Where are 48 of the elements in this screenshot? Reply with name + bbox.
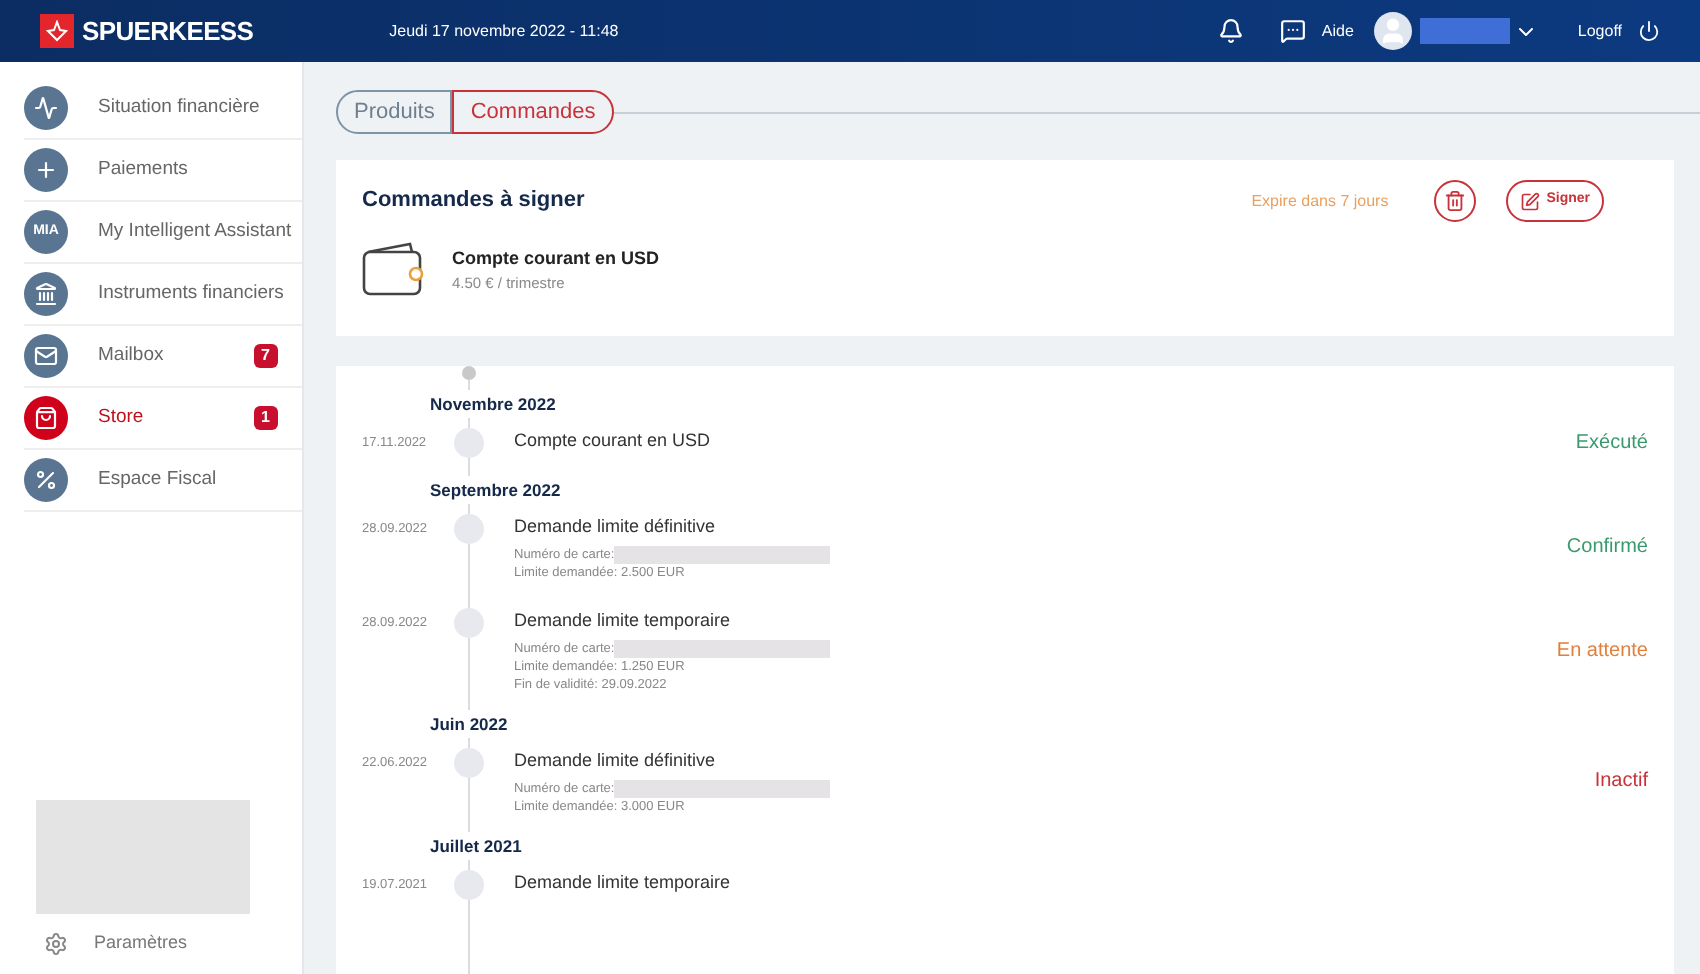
tab[interactable]: Commandes (452, 90, 614, 134)
status-label: Exécuté (1575, 430, 1648, 458)
menu-icon (24, 272, 68, 316)
wallet-icon (362, 242, 426, 298)
menu-icon (24, 458, 68, 502)
power-icon[interactable] (1638, 20, 1660, 42)
settings-link[interactable]: Paramètres (94, 930, 188, 958)
logoff-link[interactable]: Logoff (1577, 19, 1622, 43)
entry-title: Demande limite temporaire (514, 608, 733, 634)
sidebar-item[interactable]: Situation financière (24, 78, 302, 140)
delete-button[interactable] (1434, 180, 1477, 222)
date-time: Jeudi 17 novembre 2022 - 11:48 (389, 19, 619, 43)
month-heading: Juin 2022 (426, 710, 512, 738)
sidebar-item[interactable]: Instruments financiers (24, 264, 302, 326)
brand-name: SPUERKEESS (82, 13, 254, 50)
count-badge: 1 (253, 406, 278, 430)
menu-icon (24, 86, 68, 130)
logo-icon (40, 14, 74, 48)
month-heading: Juillet 2021 (426, 832, 526, 860)
tab[interactable]: Produits (336, 90, 453, 134)
notification-icon[interactable] (1217, 18, 1244, 44)
card-title: Commandes à signer (362, 186, 587, 217)
status-label: En attente (1556, 637, 1648, 665)
redacted-name (1419, 18, 1510, 44)
month-heading: Novembre 2022 (426, 390, 560, 418)
entry-title: Demande limite temporaire (514, 870, 733, 896)
menu-icon (24, 148, 68, 192)
expiry-text: Expire dans 7 jours (1251, 189, 1389, 213)
status-label: Confirmé (1566, 534, 1648, 562)
entry-title: Demande limite définitive (514, 514, 718, 540)
product-name: Compte courant en USD (452, 245, 660, 272)
sidebar-item[interactable]: Paiements (24, 140, 302, 202)
chat-icon[interactable] (1279, 18, 1306, 44)
menu-icon (24, 334, 68, 378)
month-heading: Septembre 2022 (426, 476, 565, 504)
trash-icon (1444, 190, 1467, 212)
settings-icon[interactable] (44, 932, 68, 956)
entry-title: Demande limite définitive (514, 748, 718, 774)
menu-icon (24, 396, 68, 440)
status-label: Inactif (1594, 768, 1648, 796)
sidebar-item[interactable]: Espace Fiscal (24, 450, 302, 512)
sidebar-item[interactable]: Store 1 (24, 388, 302, 450)
sidebar-item[interactable]: Mailbox 7 (24, 326, 302, 388)
avatar[interactable] (1373, 12, 1412, 50)
entry-title: Compte courant en USD (514, 428, 713, 454)
help-link[interactable]: Aide (1321, 19, 1354, 43)
count-badge: 7 (253, 344, 278, 368)
edit-icon (1520, 191, 1541, 211)
